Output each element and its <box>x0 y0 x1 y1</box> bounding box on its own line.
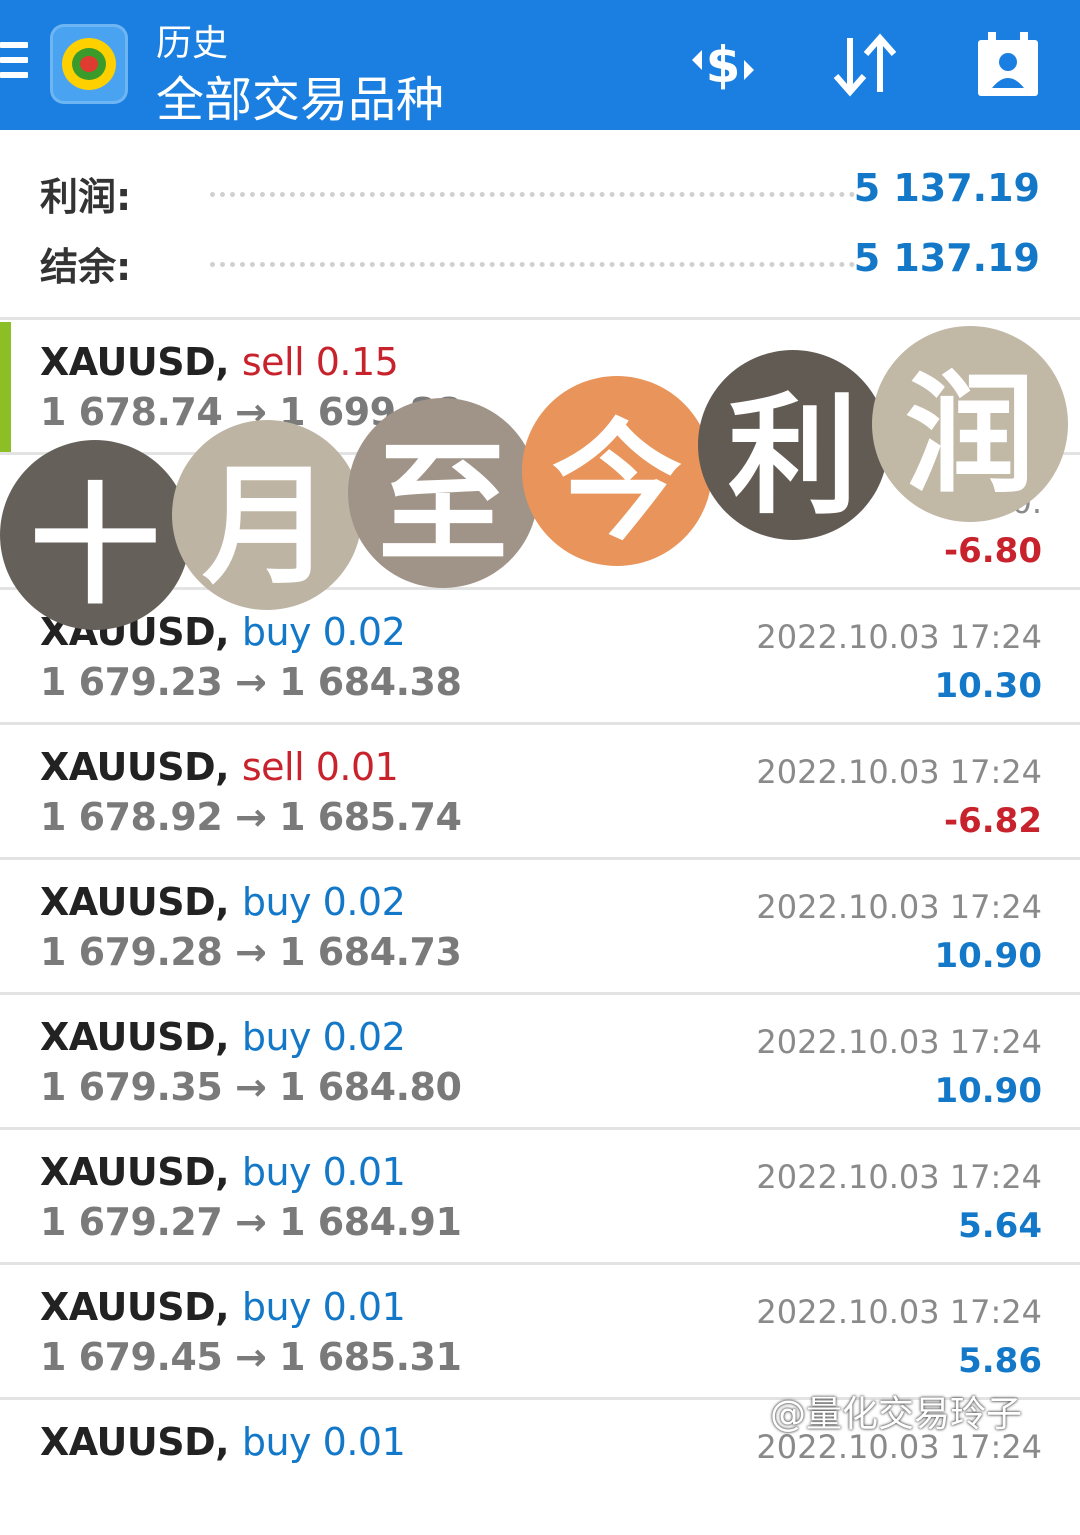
svg-text:$: $ <box>706 36 741 94</box>
arrow-right-icon: → <box>222 1065 280 1109</box>
arrow-right-icon: → <box>222 795 280 839</box>
overlay-char-bubble: 今 <box>522 376 712 566</box>
sort-icon[interactable] <box>826 30 904 100</box>
trade-side: buy <box>241 1420 312 1464</box>
open-price: 1 679.28 <box>40 930 223 974</box>
trade-prices: 1 679.45 → 1 685.31 <box>40 1335 462 1379</box>
menu-icon[interactable] <box>0 42 30 86</box>
trade-row[interactable]: XAUUSD, sell 0.01 1 678.92 → 1 685.74 2022… <box>0 727 1080 860</box>
open-price: 1 679.35 <box>40 1065 223 1109</box>
open-price: 1 679.23 <box>40 660 223 704</box>
trade-prices: 1 679.27 → 1 684.91 <box>40 1200 462 1244</box>
trade-time: 2022.10.03 17:24 <box>756 1293 1042 1331</box>
trade-time: 2022.10.03 17:24 <box>756 618 1042 656</box>
arrow-right-icon: → <box>222 1200 280 1244</box>
profit-label: 利润: <box>40 175 132 219</box>
overlay-char-bubble: 十 <box>0 440 190 630</box>
trade-prices: 1 678.92 → 1 685.74 <box>40 795 462 839</box>
dotted-leader <box>210 192 855 197</box>
trade-volume: 0.02 <box>322 1015 406 1059</box>
trade-profit: 5.86 <box>958 1341 1042 1381</box>
trade-side: buy <box>241 1285 312 1329</box>
trade-symbol: XAUUSD, buy 0.01 <box>40 1420 406 1464</box>
trade-profit: 5.64 <box>958 1206 1042 1246</box>
app-logo <box>50 24 128 104</box>
trade-profit: -6.80 <box>944 531 1042 571</box>
trade-volume: 0.01 <box>322 1420 406 1464</box>
header-subtitle: 历史 <box>156 23 229 64</box>
divider <box>0 1127 1080 1130</box>
overlay-char-bubble: 月 <box>172 420 362 610</box>
header-title[interactable]: 全部交易品种 <box>156 60 444 130</box>
arrow-right-icon: → <box>222 1335 280 1379</box>
trade-side: buy <box>241 1150 312 1194</box>
divider <box>0 722 1080 725</box>
trade-time: 2022.10.03 17:24 <box>756 888 1042 926</box>
app-header: 历史 全部交易品种 $ <box>0 0 1080 130</box>
overlay-char-bubble: 利 <box>698 350 888 540</box>
trade-volume: 0.01 <box>322 1150 406 1194</box>
trade-profit: -6.82 <box>944 801 1042 841</box>
open-price: 1 679.45 <box>40 1335 223 1379</box>
trade-profit: 10.90 <box>934 936 1042 976</box>
trade-prices: 1 679.28 → 1 684.73 <box>40 930 462 974</box>
overlay-char-bubble: 润 <box>872 326 1068 522</box>
arrow-right-icon: → <box>222 660 280 704</box>
trade-symbol: XAUUSD, buy 0.01 <box>40 1285 406 1329</box>
open-price: 1 678.74 <box>40 390 223 434</box>
calendar-person-icon[interactable] <box>972 30 1044 100</box>
balance-label: 结余: <box>40 245 132 289</box>
trade-prices: 1 679.23 → 1 684.38 <box>40 660 462 704</box>
open-price: 1 678.92 <box>40 795 223 839</box>
balance-value: 5 137.19 <box>853 236 1040 280</box>
trade-row[interactable]: XAUUSD, buy 0.01 1 679.45 → 1 685.31 2022.… <box>0 1267 1080 1400</box>
profit-value: 5 137.19 <box>853 166 1040 210</box>
trade-symbol: XAUUSD, buy 0.02 <box>40 880 406 924</box>
trade-time: 2022.10.03 17:24 <box>756 1023 1042 1061</box>
dotted-leader <box>210 262 855 267</box>
trade-time: 2022.10.03 17:24 <box>756 1158 1042 1196</box>
open-price: 1 679.27 <box>40 1200 223 1244</box>
overlay-char-bubble: 至 <box>348 398 538 588</box>
trade-symbol: XAUUSD, sell 0.01 <box>40 745 399 789</box>
close-price: 1 685.31 <box>279 1335 462 1379</box>
close-price: 1 684.91 <box>279 1200 462 1244</box>
trade-row[interactable]: XAUUSD, buy 0.02 1 679.28 → 1 684.73 2022.… <box>0 862 1080 995</box>
trade-volume: 0.01 <box>315 745 399 789</box>
trade-volume: 0.01 <box>322 1285 406 1329</box>
trade-side: buy <box>241 610 312 654</box>
trade-symbol: XAUUSD, buy 0.02 <box>40 1015 406 1059</box>
trade-volume: 0.02 <box>322 610 406 654</box>
balance-summary-row: 结余: 5 137.19 <box>0 232 1080 292</box>
trade-time: 2022.10.03 17:24 <box>756 753 1042 791</box>
trade-prices: 1 679.35 → 1 684.80 <box>40 1065 462 1109</box>
trade-row[interactable]: XAUUSD, buy 0.02 1 679.35 → 1 684.80 2022.… <box>0 997 1080 1130</box>
divider <box>0 992 1080 995</box>
divider <box>0 857 1080 860</box>
trade-profit: 10.90 <box>934 1071 1042 1111</box>
trade-side: buy <box>241 880 312 924</box>
trade-side: sell <box>241 745 305 789</box>
watermark-text: @量化交易玲子 <box>770 1394 1023 1435</box>
currency-swap-icon[interactable]: $ <box>684 30 762 100</box>
divider <box>0 1262 1080 1265</box>
close-price: 1 684.73 <box>279 930 462 974</box>
trade-symbol: XAUUSD, sell 0.15 <box>40 340 399 384</box>
profit-summary-row: 利润: 5 137.19 <box>0 162 1080 222</box>
trade-row[interactable]: XAUUSD, buy 0.02 1 679.23 → 1 684.38 2022.… <box>0 592 1080 725</box>
trade-row[interactable]: XAUUSD, buy 0.01 1 679.27 → 1 684.91 2022.… <box>0 1132 1080 1265</box>
close-price: 1 684.38 <box>279 660 462 704</box>
close-price: 1 685.74 <box>279 795 462 839</box>
trade-volume: 0.15 <box>315 340 399 384</box>
close-price: 1 684.80 <box>279 1065 462 1109</box>
trade-side: sell <box>241 340 305 384</box>
trade-profit: 10.30 <box>934 666 1042 706</box>
trade-side: buy <box>241 1015 312 1059</box>
trade-volume: 0.02 <box>322 880 406 924</box>
arrow-right-icon: → <box>222 930 280 974</box>
trade-symbol: XAUUSD, buy 0.01 <box>40 1150 406 1194</box>
divider <box>0 317 1080 320</box>
